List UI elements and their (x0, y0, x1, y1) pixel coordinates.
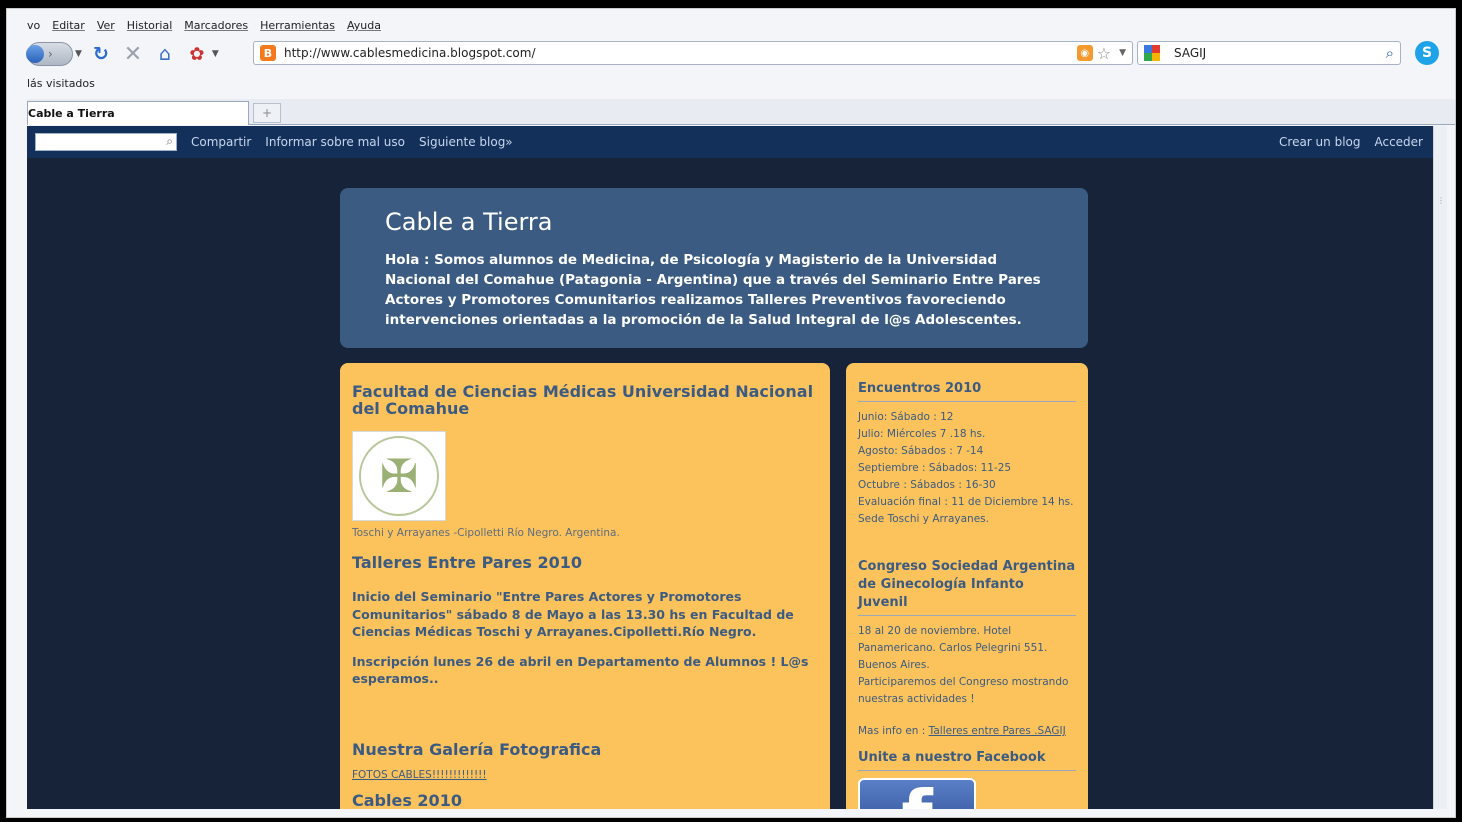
cut-heading: Cables 2010 (352, 790, 462, 810)
next-blog-link[interactable]: Siguiente blog» (419, 135, 513, 149)
list-item: Junio: Sábado : 12 (858, 411, 954, 423)
menu-ver[interactable]: Ver (97, 19, 115, 35)
list-item: Octubre : Sábados : 16-30 (858, 479, 996, 491)
menu-ayuda[interactable]: Ayuda (347, 19, 381, 35)
share-link[interactable]: Compartir (191, 135, 251, 149)
addon-icon[interactable]: ✿ (184, 41, 210, 67)
facebook-icon[interactable]: f (858, 778, 976, 809)
sign-in-link[interactable]: Acceder (1374, 135, 1423, 149)
create-blog-link[interactable]: Crear un blog (1279, 135, 1360, 149)
bookmarks-most-visited[interactable]: lás visitados (27, 77, 95, 90)
list-item: Sede Toschi y Arrayanes. (858, 513, 989, 525)
list-item: Agosto: Sábados : 7 -14 (858, 445, 984, 457)
search-bar[interactable]: SAGIJ ⌕ (1137, 41, 1401, 65)
back-forward-buttons[interactable]: › (26, 42, 73, 66)
blogger-navbar-right: Crear un blog Acceder (1279, 135, 1423, 149)
blogger-favicon-icon: B (260, 45, 276, 61)
sidebar: Encuentros 2010 Junio: Sábado : 12 Julio… (846, 363, 1088, 809)
encuentros-list: Junio: Sábado : 12 Julio: Miércoles 7 .1… (858, 409, 1076, 528)
search-input[interactable]: SAGIJ (1174, 46, 1386, 60)
logo-caption: Toschi y Arrayanes -Cipolletti Río Negro… (352, 527, 620, 539)
history-dropdown-icon[interactable]: ▼ (75, 49, 82, 59)
gallery-heading: Nuestra Galería Fotografica (352, 739, 602, 759)
skype-icon[interactable]: S (1415, 41, 1439, 65)
browser-window: vo Editar Ver Historial Marcadores Herra… (6, 8, 1456, 818)
faculty-heading: Facultad de Ciencias Médicas Universidad… (352, 382, 814, 418)
list-item: Buenos Aires. (858, 659, 930, 671)
congreso-heading: Congreso Sociedad Argentina de Ginecolog… (858, 558, 1076, 616)
main-column: Facultad de Ciencias Médicas Universidad… (340, 363, 830, 809)
gallery-link[interactable]: FOTOS CABLES!!!!!!!!!!!!! (352, 769, 818, 781)
post-title: Talleres Entre Pares 2010 (352, 553, 583, 572)
university-logo[interactable]: ✠ (352, 431, 446, 521)
navigation-toolbar: › ▼ ↻ ✕ ⌂ ✿ ▼ B http://www.cablesmedicin… (26, 39, 1447, 69)
url-dropdown-icon[interactable]: ▼ (1119, 48, 1126, 58)
encuentros-heading: Encuentros 2010 (858, 380, 1076, 402)
blog-header: Cable a Tierra Hola : Somos alumnos de M… (340, 188, 1088, 348)
menu-herramientas[interactable]: Herramientas (260, 19, 335, 35)
cross-icon: ✠ (379, 449, 419, 503)
list-item: Septiembre : Sábados: 11-25 (858, 462, 1012, 474)
post-paragraph-1: Inicio del Seminario "Entre Pares Actore… (352, 589, 794, 639)
tab-strip: Cable a Tierra + (27, 99, 1455, 125)
congreso-text: 18 al 20 de noviembre. Hotel Panamerican… (858, 623, 1076, 708)
search-icon[interactable]: ⌕ (1386, 44, 1394, 62)
scrollbar-grip-icon[interactable]: ⋮ (1437, 196, 1445, 208)
page-viewport: ⌕ Compartir Informar sobre mal uso Sigui… (27, 126, 1433, 809)
menu-editar[interactable]: Editar (52, 19, 85, 35)
search-icon[interactable]: ⌕ (166, 134, 173, 149)
blog-search-input[interactable]: ⌕ (35, 133, 177, 151)
list-item: 18 al 20 de noviembre. Hotel (858, 625, 1012, 637)
forward-icon[interactable]: › (48, 47, 53, 61)
list-item: Participaremos del Congreso mostrando (858, 676, 1069, 688)
tab-label: Cable a Tierra (28, 107, 115, 120)
home-icon[interactable]: ⌂ (152, 41, 178, 67)
new-tab-button[interactable]: + (253, 103, 281, 123)
list-item: nuestras actividades ! (858, 693, 975, 705)
url-text[interactable]: http://www.cablesmedicina.blogspot.com/ (284, 46, 1077, 60)
facebook-heading: Unite a nuestro Facebook (858, 749, 1076, 771)
list-item: Evaluación final : 11 de Diciembre 14 hs… (858, 496, 1074, 508)
post-paragraph-2: Inscripción lunes 26 de abril en Departa… (352, 653, 809, 687)
more-info-prefix: Mas info en : (858, 725, 929, 737)
more-info: Mas info en : Talleres entre Pares .SAGI… (858, 725, 1076, 737)
facebook-glyph: f (901, 780, 932, 809)
bookmark-star-icon[interactable]: ☆ (1097, 44, 1111, 63)
reload-icon[interactable]: ↻ (88, 41, 114, 67)
menu-historial[interactable]: Historial (127, 19, 172, 35)
blog-title[interactable]: Cable a Tierra (385, 208, 1043, 236)
blogger-navbar: ⌕ Compartir Informar sobre mal uso Sigui… (27, 126, 1433, 158)
addon-dropdown-icon[interactable]: ▼ (212, 49, 219, 59)
menu-marcadores[interactable]: Marcadores (184, 19, 248, 35)
url-bar[interactable]: B http://www.cablesmedicina.blogspot.com… (253, 41, 1133, 65)
logo-seal-icon: ✠ (359, 436, 439, 516)
tab-cable-a-tierra[interactable]: Cable a Tierra (27, 101, 249, 125)
stop-icon[interactable]: ✕ (120, 41, 146, 67)
screen: vo Editar Ver Historial Marcadores Herra… (0, 0, 1462, 822)
vertical-scrollbar[interactable]: ⋮ (1433, 126, 1447, 809)
blog-description: Hola : Somos alumnos de Medicina, de Psi… (385, 252, 1041, 328)
rss-icon[interactable]: ◉ (1076, 45, 1093, 61)
menu-bar: vo Editar Ver Historial Marcadores Herra… (27, 19, 381, 35)
list-item: Julio: Miércoles 7 .18 hs. (858, 428, 986, 440)
more-info-link[interactable]: Talleres entre Pares .SAGIJ (929, 725, 1066, 737)
google-icon[interactable] (1144, 45, 1160, 61)
report-abuse-link[interactable]: Informar sobre mal uso (265, 135, 405, 149)
menu-archivo[interactable]: vo (27, 19, 40, 35)
list-item: Panamericano. Carlos Pelegrini 551. (858, 642, 1048, 654)
back-icon[interactable] (26, 45, 44, 63)
